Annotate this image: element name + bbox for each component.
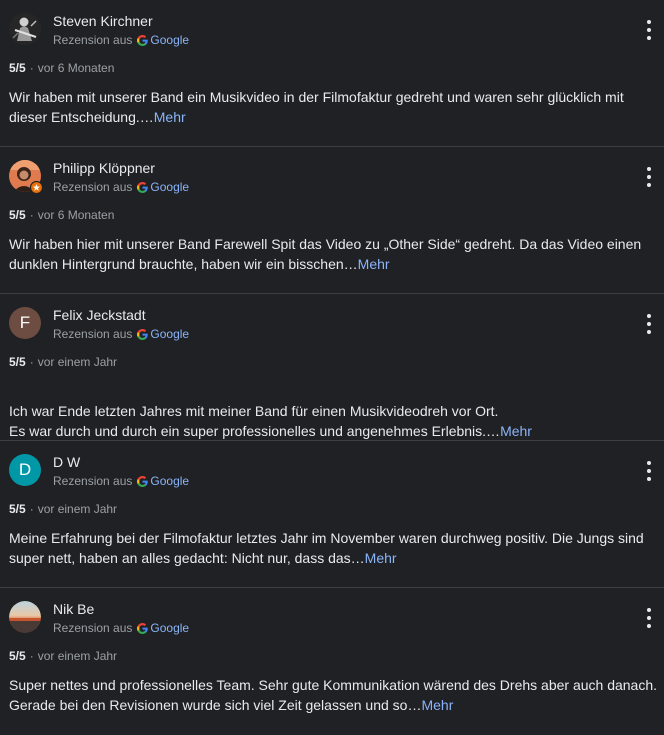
review-body: Wir haben mit unserer Band ein Musikvide…	[9, 89, 624, 125]
rating: 5/5	[9, 502, 26, 516]
more-link[interactable]: Mehr	[365, 550, 397, 566]
dot-icon	[647, 20, 651, 24]
google-icon	[137, 328, 149, 340]
dot-icon	[647, 330, 651, 334]
review-body: Meine Erfahrung bei der Filmofaktur letz…	[9, 530, 644, 566]
more-options-button[interactable]	[644, 314, 654, 334]
review-time: vor einem Jahr	[37, 649, 118, 663]
dot-icon	[647, 183, 651, 187]
dot-icon	[647, 175, 651, 179]
more-options-button[interactable]	[644, 608, 654, 628]
review-meta: 5/5 · vor einem Jahr	[9, 649, 117, 663]
dot-icon	[647, 624, 651, 628]
source-google-label[interactable]: Google	[150, 327, 189, 341]
separator: ·	[29, 208, 34, 222]
separator: ·	[29, 502, 34, 516]
source-prefix: Rezension aus	[53, 327, 133, 341]
reviewer-name[interactable]: Philipp Klöppner	[53, 160, 155, 176]
dot-icon	[647, 28, 651, 32]
review-card: Philipp Klöppner Rezension aus Google 5/…	[0, 147, 664, 294]
review-source: Rezension aus Google	[53, 621, 189, 635]
review-card: Nik Be Rezension aus Google 5/5 · vor eine…	[0, 588, 664, 735]
review-time: vor einem Jahr	[37, 502, 118, 516]
review-meta: 5/5 · vor einem Jahr	[9, 502, 117, 516]
review-text: Wir haben hier mit unserer Band Farewell…	[9, 234, 659, 274]
review-text: Ich war Ende letzten Jahres mit meiner B…	[9, 381, 659, 441]
review-source: Rezension aus Google	[53, 327, 189, 341]
review-time: vor 6 Monaten	[37, 208, 115, 222]
dot-icon	[647, 616, 651, 620]
more-options-button[interactable]	[644, 20, 654, 40]
separator: ·	[29, 649, 34, 663]
reviewer-name[interactable]: D W	[53, 454, 80, 470]
review-body: Wir haben hier mit unserer Band Farewell…	[9, 236, 642, 272]
review-meta: 5/5 · vor einem Jahr	[9, 355, 117, 369]
google-icon	[137, 622, 149, 634]
avatar[interactable]: D	[9, 454, 41, 486]
dot-icon	[647, 469, 651, 473]
source-google-label[interactable]: Google	[150, 621, 189, 635]
source-google-label[interactable]: Google	[150, 33, 189, 47]
review-source: Rezension aus Google	[53, 180, 189, 194]
review-body: Super nettes und professionelles Team. S…	[9, 677, 658, 713]
review-source: Rezension aus Google	[53, 33, 189, 47]
separator: ·	[29, 355, 34, 369]
avatar[interactable]: F	[9, 307, 41, 339]
review-card: D D W Rezension aus Google 5/5 · vor einem…	[0, 441, 664, 588]
reviews-list: Steven Kirchner Rezension aus Google 5/5…	[0, 0, 664, 735]
review-card: Steven Kirchner Rezension aus Google 5/5…	[0, 0, 664, 147]
source-prefix: Rezension aus	[53, 474, 133, 488]
rating: 5/5	[9, 355, 26, 369]
review-body: Ich war Ende letzten Jahres mit meiner B…	[9, 403, 501, 439]
review-meta: 5/5 · vor 6 Monaten	[9, 208, 114, 222]
google-icon	[137, 34, 149, 46]
rating: 5/5	[9, 649, 26, 663]
rating: 5/5	[9, 208, 26, 222]
sunset-landscape-photo-icon	[9, 601, 41, 633]
source-google-label[interactable]: Google	[150, 180, 189, 194]
review-text: Wir haben mit unserer Band ein Musikvide…	[9, 87, 659, 127]
dot-icon	[647, 36, 651, 40]
separator: ·	[29, 61, 34, 75]
review-source: Rezension aus Google	[53, 474, 189, 488]
google-icon	[137, 475, 149, 487]
source-prefix: Rezension aus	[53, 180, 133, 194]
avatar[interactable]	[9, 13, 41, 45]
review-meta: 5/5 · vor 6 Monaten	[9, 61, 114, 75]
more-link[interactable]: Mehr	[358, 256, 390, 272]
local-guide-badge-icon	[30, 181, 43, 194]
review-text: Super nettes und professionelles Team. S…	[9, 675, 659, 715]
rating: 5/5	[9, 61, 26, 75]
guitarist-photo-icon	[9, 13, 41, 45]
dot-icon	[647, 608, 651, 612]
dot-icon	[647, 322, 651, 326]
more-link[interactable]: Mehr	[154, 109, 186, 125]
reviewer-name[interactable]: Felix Jeckstadt	[53, 307, 146, 323]
review-card: F Felix Jeckstadt Rezension aus Google 5…	[0, 294, 664, 441]
avatar[interactable]	[9, 601, 41, 633]
google-icon	[137, 181, 149, 193]
source-prefix: Rezension aus	[53, 33, 133, 47]
review-text: Meine Erfahrung bei der Filmofaktur letz…	[9, 528, 659, 568]
source-prefix: Rezension aus	[53, 621, 133, 635]
more-link[interactable]: Mehr	[500, 423, 532, 439]
dot-icon	[647, 167, 651, 171]
review-time: vor einem Jahr	[37, 355, 118, 369]
review-time: vor 6 Monaten	[37, 61, 115, 75]
source-google-label[interactable]: Google	[150, 474, 189, 488]
more-options-button[interactable]	[644, 461, 654, 481]
reviewer-name[interactable]: Steven Kirchner	[53, 13, 153, 29]
dot-icon	[647, 477, 651, 481]
dot-icon	[647, 314, 651, 318]
more-options-button[interactable]	[644, 167, 654, 187]
reviewer-name[interactable]: Nik Be	[53, 601, 94, 617]
more-link[interactable]: Mehr	[421, 697, 453, 713]
avatar-letter: D	[18, 460, 32, 479]
avatar-letter: F	[19, 313, 31, 332]
avatar[interactable]	[9, 160, 43, 194]
dot-icon	[647, 461, 651, 465]
